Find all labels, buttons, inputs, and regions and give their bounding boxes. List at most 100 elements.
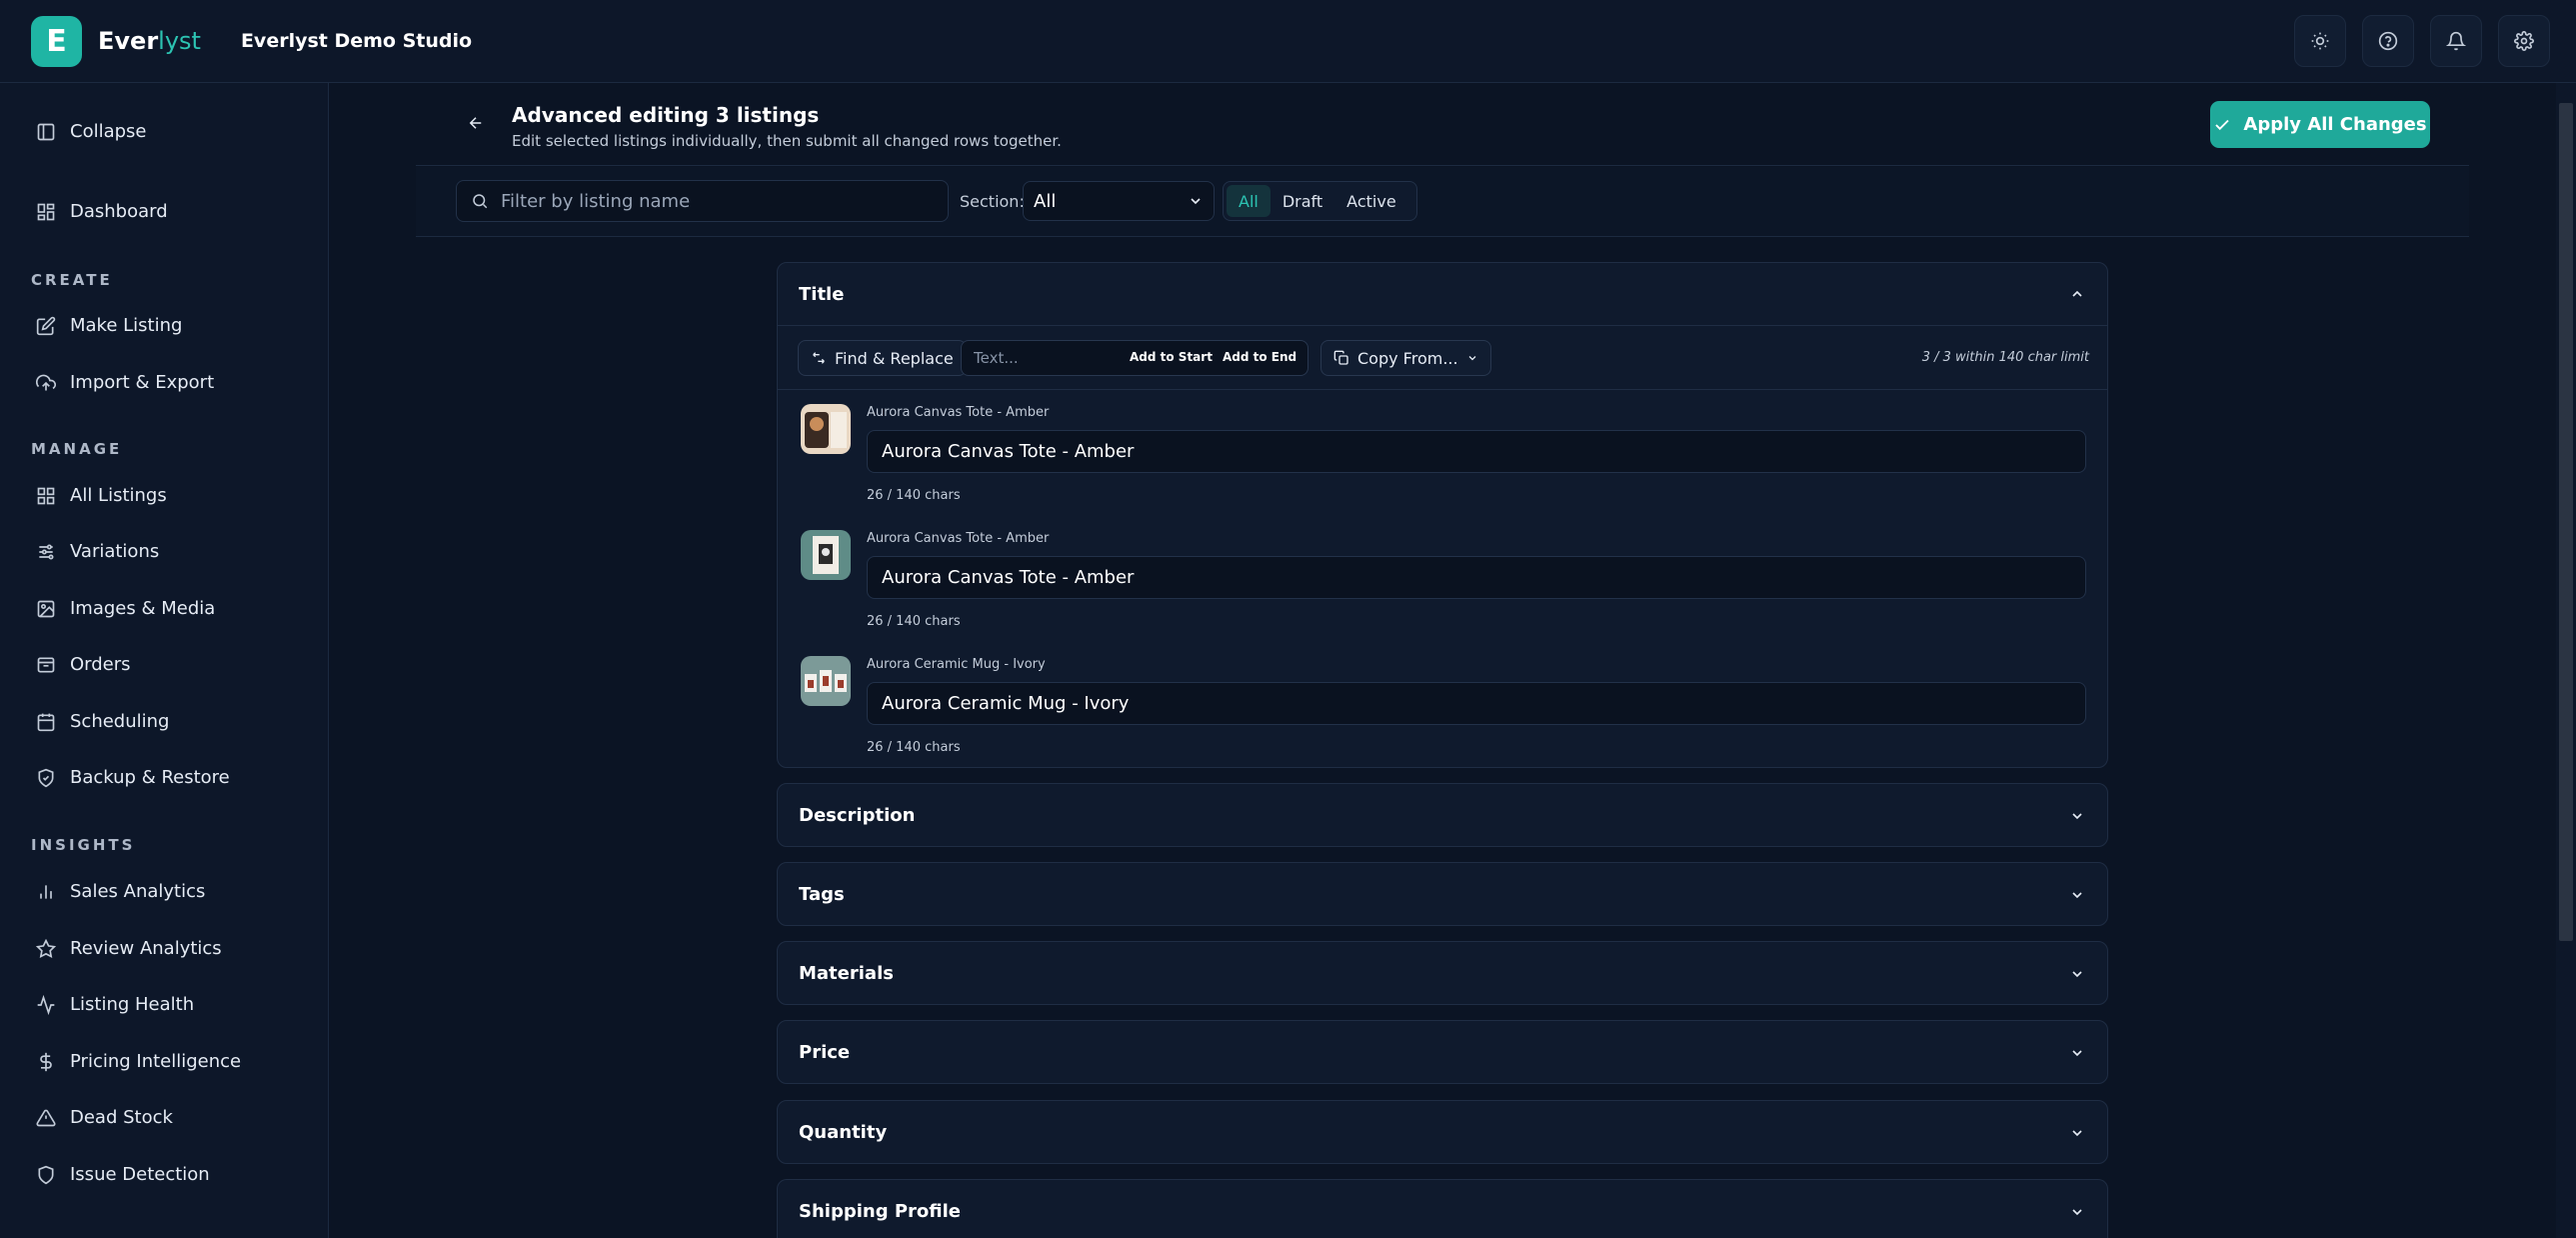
sidebar-item-review-analytics[interactable]: Review Analytics — [36, 938, 222, 959]
apply-all-changes-button[interactable]: Apply All Changes — [2210, 101, 2430, 148]
char-count: 26 / 140 chars — [867, 740, 961, 755]
listing-thumbnail — [801, 530, 851, 580]
sidebar-item-issue-detection[interactable]: Issue Detection — [36, 1164, 210, 1185]
char-count: 26 / 140 chars — [867, 614, 961, 629]
add-to-end-button[interactable]: Add to End — [1223, 350, 1296, 364]
scrollbar-thumb[interactable] — [2559, 103, 2573, 941]
status-tab-active[interactable]: Active — [1334, 185, 1408, 217]
package-icon — [37, 657, 55, 672]
section-label: Section: — [960, 192, 1025, 211]
listing-row: Aurora Canvas Tote - Amber 26 / 140 char… — [778, 390, 2107, 516]
sun-icon — [2311, 32, 2329, 50]
chevron-down-icon — [2072, 1049, 2082, 1056]
title-text-group: Add to Start Add to End — [961, 340, 1308, 376]
sidebar-collapse[interactable]: Collapse — [36, 121, 147, 142]
sidebar-item-all-listings[interactable]: All Listings — [36, 485, 167, 506]
sidebar-item-images-media[interactable]: Images & Media — [36, 598, 215, 619]
description-panel[interactable]: Description — [777, 783, 2108, 847]
listing-label: Aurora Ceramic Mug - Ivory — [867, 657, 1046, 672]
shipping-profile-panel[interactable]: Shipping Profile — [777, 1179, 2108, 1238]
scrollbar[interactable] — [2556, 83, 2576, 1238]
materials-panel[interactable]: Materials — [777, 941, 2108, 1005]
listing-label: Aurora Canvas Tote - Amber — [867, 531, 1050, 546]
sidebar-item-dashboard[interactable]: Dashboard — [36, 201, 168, 222]
sidebar-item-make-listing[interactable]: Make Listing — [36, 315, 182, 336]
status-tab-all[interactable]: All — [1227, 185, 1271, 217]
settings-button[interactable] — [2498, 15, 2550, 67]
sidebar-item-scheduling[interactable]: Scheduling — [36, 711, 169, 732]
quantity-panel[interactable]: Quantity — [777, 1100, 2108, 1164]
grid-icon — [37, 203, 55, 220]
top-bar: E Everlyst Everlyst Demo Studio — [0, 0, 2576, 83]
title-toolbar: Find & Replace Add to Start Add to End C… — [778, 326, 2107, 390]
check-icon — [2215, 119, 2230, 130]
price-panel[interactable]: Price — [777, 1020, 2108, 1084]
chevron-down-icon — [2072, 812, 2082, 819]
theme-toggle-button[interactable] — [2294, 15, 2346, 67]
search-input[interactable] — [501, 190, 921, 212]
activity-icon — [37, 994, 55, 1015]
status-tab-draft[interactable]: Draft — [1271, 185, 1334, 217]
bar-chart-icon — [40, 884, 52, 899]
find-replace-button[interactable]: Find & Replace — [798, 340, 967, 376]
sidebar-heading-insights: INSIGHTS — [31, 836, 136, 854]
star-icon — [36, 938, 56, 958]
shield-check-icon — [38, 768, 54, 787]
title-panel-header[interactable]: Title — [778, 263, 2107, 326]
image-icon — [37, 600, 55, 617]
sidebar-item-sales-analytics[interactable]: Sales Analytics — [36, 881, 205, 902]
title-text-input[interactable] — [974, 349, 1114, 367]
status-tabs: All Draft Active — [1223, 181, 1417, 221]
chevron-down-icon — [2072, 891, 2082, 898]
app-logo[interactable]: E — [31, 15, 82, 67]
listing-row: Aurora Canvas Tote - Amber 26 / 140 char… — [778, 516, 2107, 642]
bell-icon — [2446, 31, 2466, 51]
title-panel: Title Find & Replace Add to Start Add to… — [777, 262, 2108, 768]
sidebar-item-backup-restore[interactable]: Backup & Restore — [36, 767, 230, 788]
sidebar-item-import-export[interactable]: Import & Export — [36, 372, 214, 393]
add-to-start-button[interactable]: Add to Start — [1130, 350, 1213, 364]
arrow-left-icon — [469, 117, 482, 129]
listing-row: Aurora Ceramic Mug - Ivory 26 / 140 char… — [778, 642, 2107, 768]
help-icon — [2378, 31, 2398, 51]
tags-panel[interactable]: Tags — [777, 862, 2108, 926]
listing-title-input[interactable] — [867, 556, 2086, 599]
chevron-down-icon — [2072, 970, 2082, 977]
chevron-up-icon — [2072, 290, 2082, 297]
sidebar-item-pricing-intelligence[interactable]: Pricing Intelligence — [36, 1051, 241, 1072]
chevron-down-icon — [2072, 1208, 2082, 1215]
char-limit-note: 3 / 3 within 140 char limit — [1921, 350, 2089, 365]
notifications-button[interactable] — [2430, 15, 2482, 67]
listing-thumbnail — [801, 404, 851, 454]
chevron-down-icon — [1191, 198, 1201, 205]
page-subtitle: Edit selected listings individually, the… — [512, 132, 1062, 150]
sidebar-heading-manage: MANAGE — [31, 440, 123, 458]
chevron-down-icon — [1468, 356, 1476, 361]
listing-title-input[interactable] — [867, 682, 2086, 725]
copy-icon — [1333, 350, 1348, 365]
help-button[interactable] — [2362, 15, 2414, 67]
listing-label: Aurora Canvas Tote - Amber — [867, 405, 1050, 420]
char-count: 26 / 140 chars — [867, 488, 961, 503]
sidebar-item-variations[interactable]: Variations — [36, 541, 159, 562]
edit-icon — [36, 316, 56, 335]
brand-name: Everlyst — [98, 27, 201, 55]
warning-icon — [36, 1109, 56, 1126]
sidebar-item-orders[interactable]: Orders — [36, 654, 131, 675]
grid-icon — [37, 487, 55, 504]
sidebar-item-listing-health[interactable]: Listing Health — [36, 994, 194, 1015]
listing-title-input[interactable] — [867, 430, 2086, 473]
search-box — [456, 180, 949, 222]
section-select[interactable]: All — [1023, 181, 1215, 221]
shield-icon — [38, 1165, 54, 1184]
gear-icon — [2514, 31, 2534, 51]
replace-icon — [813, 352, 825, 364]
back-button[interactable] — [462, 109, 490, 137]
studio-name: Everlyst Demo Studio — [240, 30, 473, 52]
sidebar-collapse-icon — [37, 123, 55, 140]
sidebar-item-dead-stock[interactable]: Dead Stock — [36, 1107, 173, 1128]
page-title: Advanced editing 3 listings — [512, 103, 820, 127]
calendar-icon — [37, 713, 55, 731]
copy-from-button[interactable]: Copy From... — [1320, 340, 1491, 376]
sidebar-heading-create: CREATE — [31, 271, 113, 289]
